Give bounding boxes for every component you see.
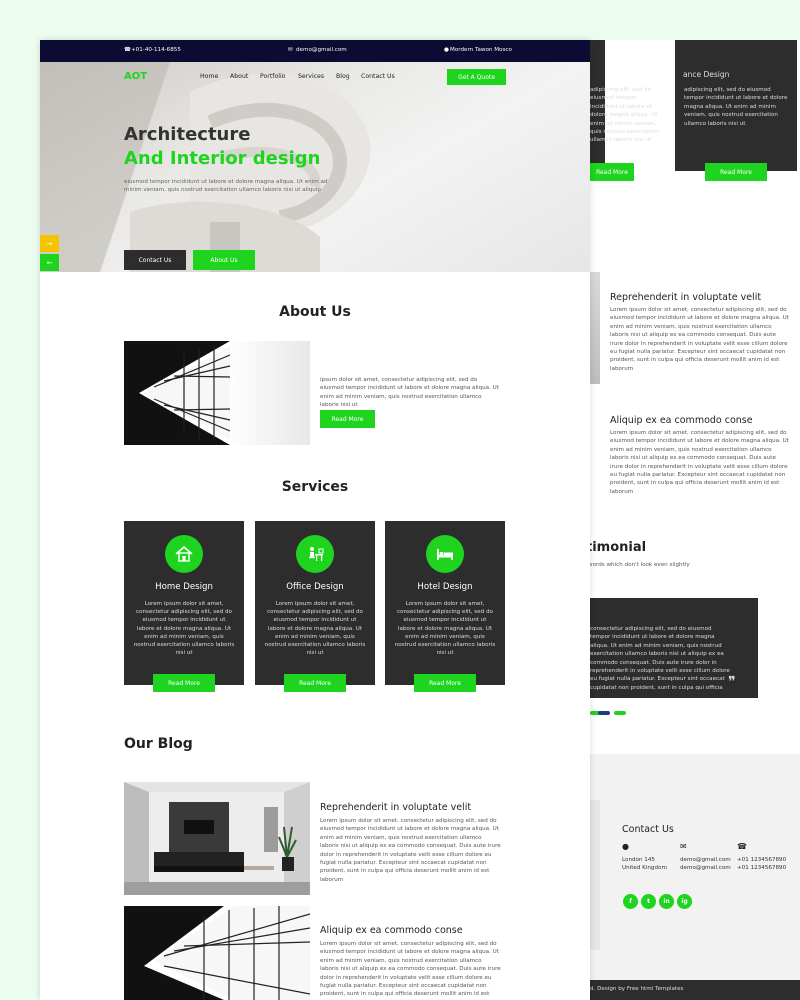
about-image [124, 341, 310, 445]
nav-home[interactable]: Home [200, 73, 218, 80]
phone-line: +01 1234567890 [737, 865, 787, 872]
topbar-phone: +01-40-114-6855 [131, 47, 181, 53]
hero-title-line1: Architecture [124, 124, 251, 145]
footer-phones: +01 1234567890 +01 1234567890 [737, 856, 786, 873]
background-page-preview: ance Design adipiscing elit, sed do eius… [590, 40, 800, 1000]
location-icon: ● [622, 842, 629, 851]
service-card-text: adipiscing elit, sed do eiusmod tempor i… [684, 87, 788, 127]
blog-post-text: Lorem ipsum dolor sit amet, consectetur … [610, 430, 789, 495]
service-card-home: Home Design Lorem ipsum dolor sit amet, … [124, 521, 244, 692]
nav-blog[interactable]: Blog [336, 73, 350, 80]
service-title: Office Design [286, 582, 344, 592]
blog-post-text: Lorem ipsum dolor sit amet, consectetur … [320, 818, 501, 883]
living-room-photo [124, 782, 310, 895]
prev-arrow-icon[interactable]: ← [40, 254, 59, 271]
about-us-button[interactable]: About Us [193, 250, 255, 270]
blog-image-partial [590, 272, 600, 384]
blog-post-title[interactable]: Reprehenderit in voluptate velit [320, 802, 471, 813]
testimonial-text: consectetur adipiscing elit, sed do eius… [590, 626, 730, 691]
service-title: Hotel Design [417, 582, 473, 592]
email-icon: ✉ [288, 47, 293, 53]
address-line: United Kingdom [622, 865, 667, 872]
footer-partial-column [590, 800, 600, 950]
twitter-icon[interactable]: t [641, 894, 656, 909]
building-photo [124, 341, 231, 445]
copyright-text: d. Design by Free html Templates [590, 986, 684, 992]
home-icon [165, 535, 203, 573]
about-title: About Us [279, 304, 351, 320]
copyright-bar: d. Design by Free html Templates [590, 980, 800, 1000]
bed-icon [426, 535, 464, 573]
hero-text: eiusmod tempor incididunt ut labore et d… [124, 179, 328, 194]
hero-banner: AOT Home About Portfolio Services Blog C… [40, 62, 590, 272]
nav-portfolio[interactable]: Portfolio [260, 73, 285, 80]
service-card-text: adipiscing elit, sed do eiusmod tempor i… [590, 87, 660, 144]
nav-contact[interactable]: Contact Us [361, 73, 395, 80]
office-desk-icon [296, 535, 334, 573]
read-more-button[interactable]: Read More [705, 163, 767, 181]
building-photo [124, 906, 310, 1000]
quote-icon: ❞ [728, 674, 736, 690]
location-icon: ● [444, 47, 449, 53]
footer-contact-title: Contact Us [622, 824, 674, 835]
service-read-more-button[interactable]: Read More [153, 674, 215, 692]
carousel-dot[interactable] [598, 711, 610, 715]
blog-post-title: Reprehenderit in voluptate velit [610, 292, 762, 303]
topbar-address: Mordern Tawon Mosco [450, 47, 512, 53]
phone-icon: ☎ [737, 842, 747, 851]
logo[interactable]: AOT [124, 71, 147, 82]
contact-us-button[interactable]: Contact Us [124, 250, 186, 270]
service-card-office: Office Design Lorem ipsum dolor sit amet… [255, 521, 375, 692]
topbar-email: demo@gmail.com [296, 47, 347, 53]
blog-image-building [124, 906, 310, 1000]
blog-post-text: Lorem ipsum dolor sit amet, consectetur … [610, 307, 789, 372]
blog-post-title: Aliquip ex ea commodo conse [610, 415, 753, 426]
testimonial-title: timonial [590, 540, 647, 555]
phone-icon: ☎ [124, 47, 131, 53]
services-title: Services [281, 479, 349, 495]
service-read-more-button[interactable]: Read More [414, 674, 476, 692]
nav-about[interactable]: About [230, 73, 248, 80]
facebook-icon[interactable]: f [623, 894, 638, 909]
blog-image-living-room [124, 782, 310, 895]
footer-emails: demo@gmail.com demo@gmail.com [680, 856, 731, 873]
testimonial-subtitle: words which don't look even slightly [590, 562, 690, 568]
get-quote-button[interactable]: Get A Quote [447, 69, 506, 85]
testimonial-box: consectetur adipiscing elit, sed do eius… [590, 598, 758, 698]
service-text: Lorem ipsum dolor sit amet, consectetur … [394, 601, 496, 657]
footer-address: London 145 United Kingdom [622, 856, 667, 873]
about-text: ipsum dolor sit amet, consectetur adipis… [320, 377, 499, 409]
next-arrow-icon[interactable]: → [40, 235, 59, 252]
service-read-more-button[interactable]: Read More [284, 674, 346, 692]
email-line: demo@gmail.com [680, 865, 731, 872]
hero-title-line2: And Interior design [124, 148, 321, 169]
carousel-dot[interactable] [614, 711, 626, 715]
read-more-button[interactable]: Read More [590, 163, 634, 181]
phone-line: +01 1234567890 [737, 857, 787, 863]
service-title: Home Design [155, 582, 213, 592]
email-icon: ✉ [680, 842, 687, 851]
about-read-more-button[interactable]: Read More [320, 410, 375, 428]
blog-title: Our Blog [124, 736, 193, 752]
blog-post-title[interactable]: Aliquip ex ea commodo conse [320, 925, 463, 936]
service-text: Lorem ipsum dolor sit amet, consectetur … [264, 601, 366, 657]
blog-post-text: Lorem ipsum dolor sit amet, consectetur … [320, 941, 501, 1000]
service-card-title: ance Design [683, 70, 730, 79]
main-page: ☎ +01-40-114-6855 ✉ demo@gmail.com ● Mor… [40, 40, 590, 1000]
footer: Contact Us ● ✉ ☎ London 145 United Kingd… [590, 754, 800, 980]
linkedin-icon[interactable]: in [659, 894, 674, 909]
address-line: London 145 [622, 857, 655, 863]
nav-services[interactable]: Services [298, 73, 324, 80]
email-line: demo@gmail.com [680, 857, 731, 863]
instagram-icon[interactable]: ig [677, 894, 692, 909]
top-contact-bar: ☎ +01-40-114-6855 ✉ demo@gmail.com ● Mor… [40, 40, 590, 62]
service-card-hotel: Hotel Design Lorem ipsum dolor sit amet,… [385, 521, 505, 692]
service-text: Lorem ipsum dolor sit amet, consectetur … [133, 601, 235, 657]
